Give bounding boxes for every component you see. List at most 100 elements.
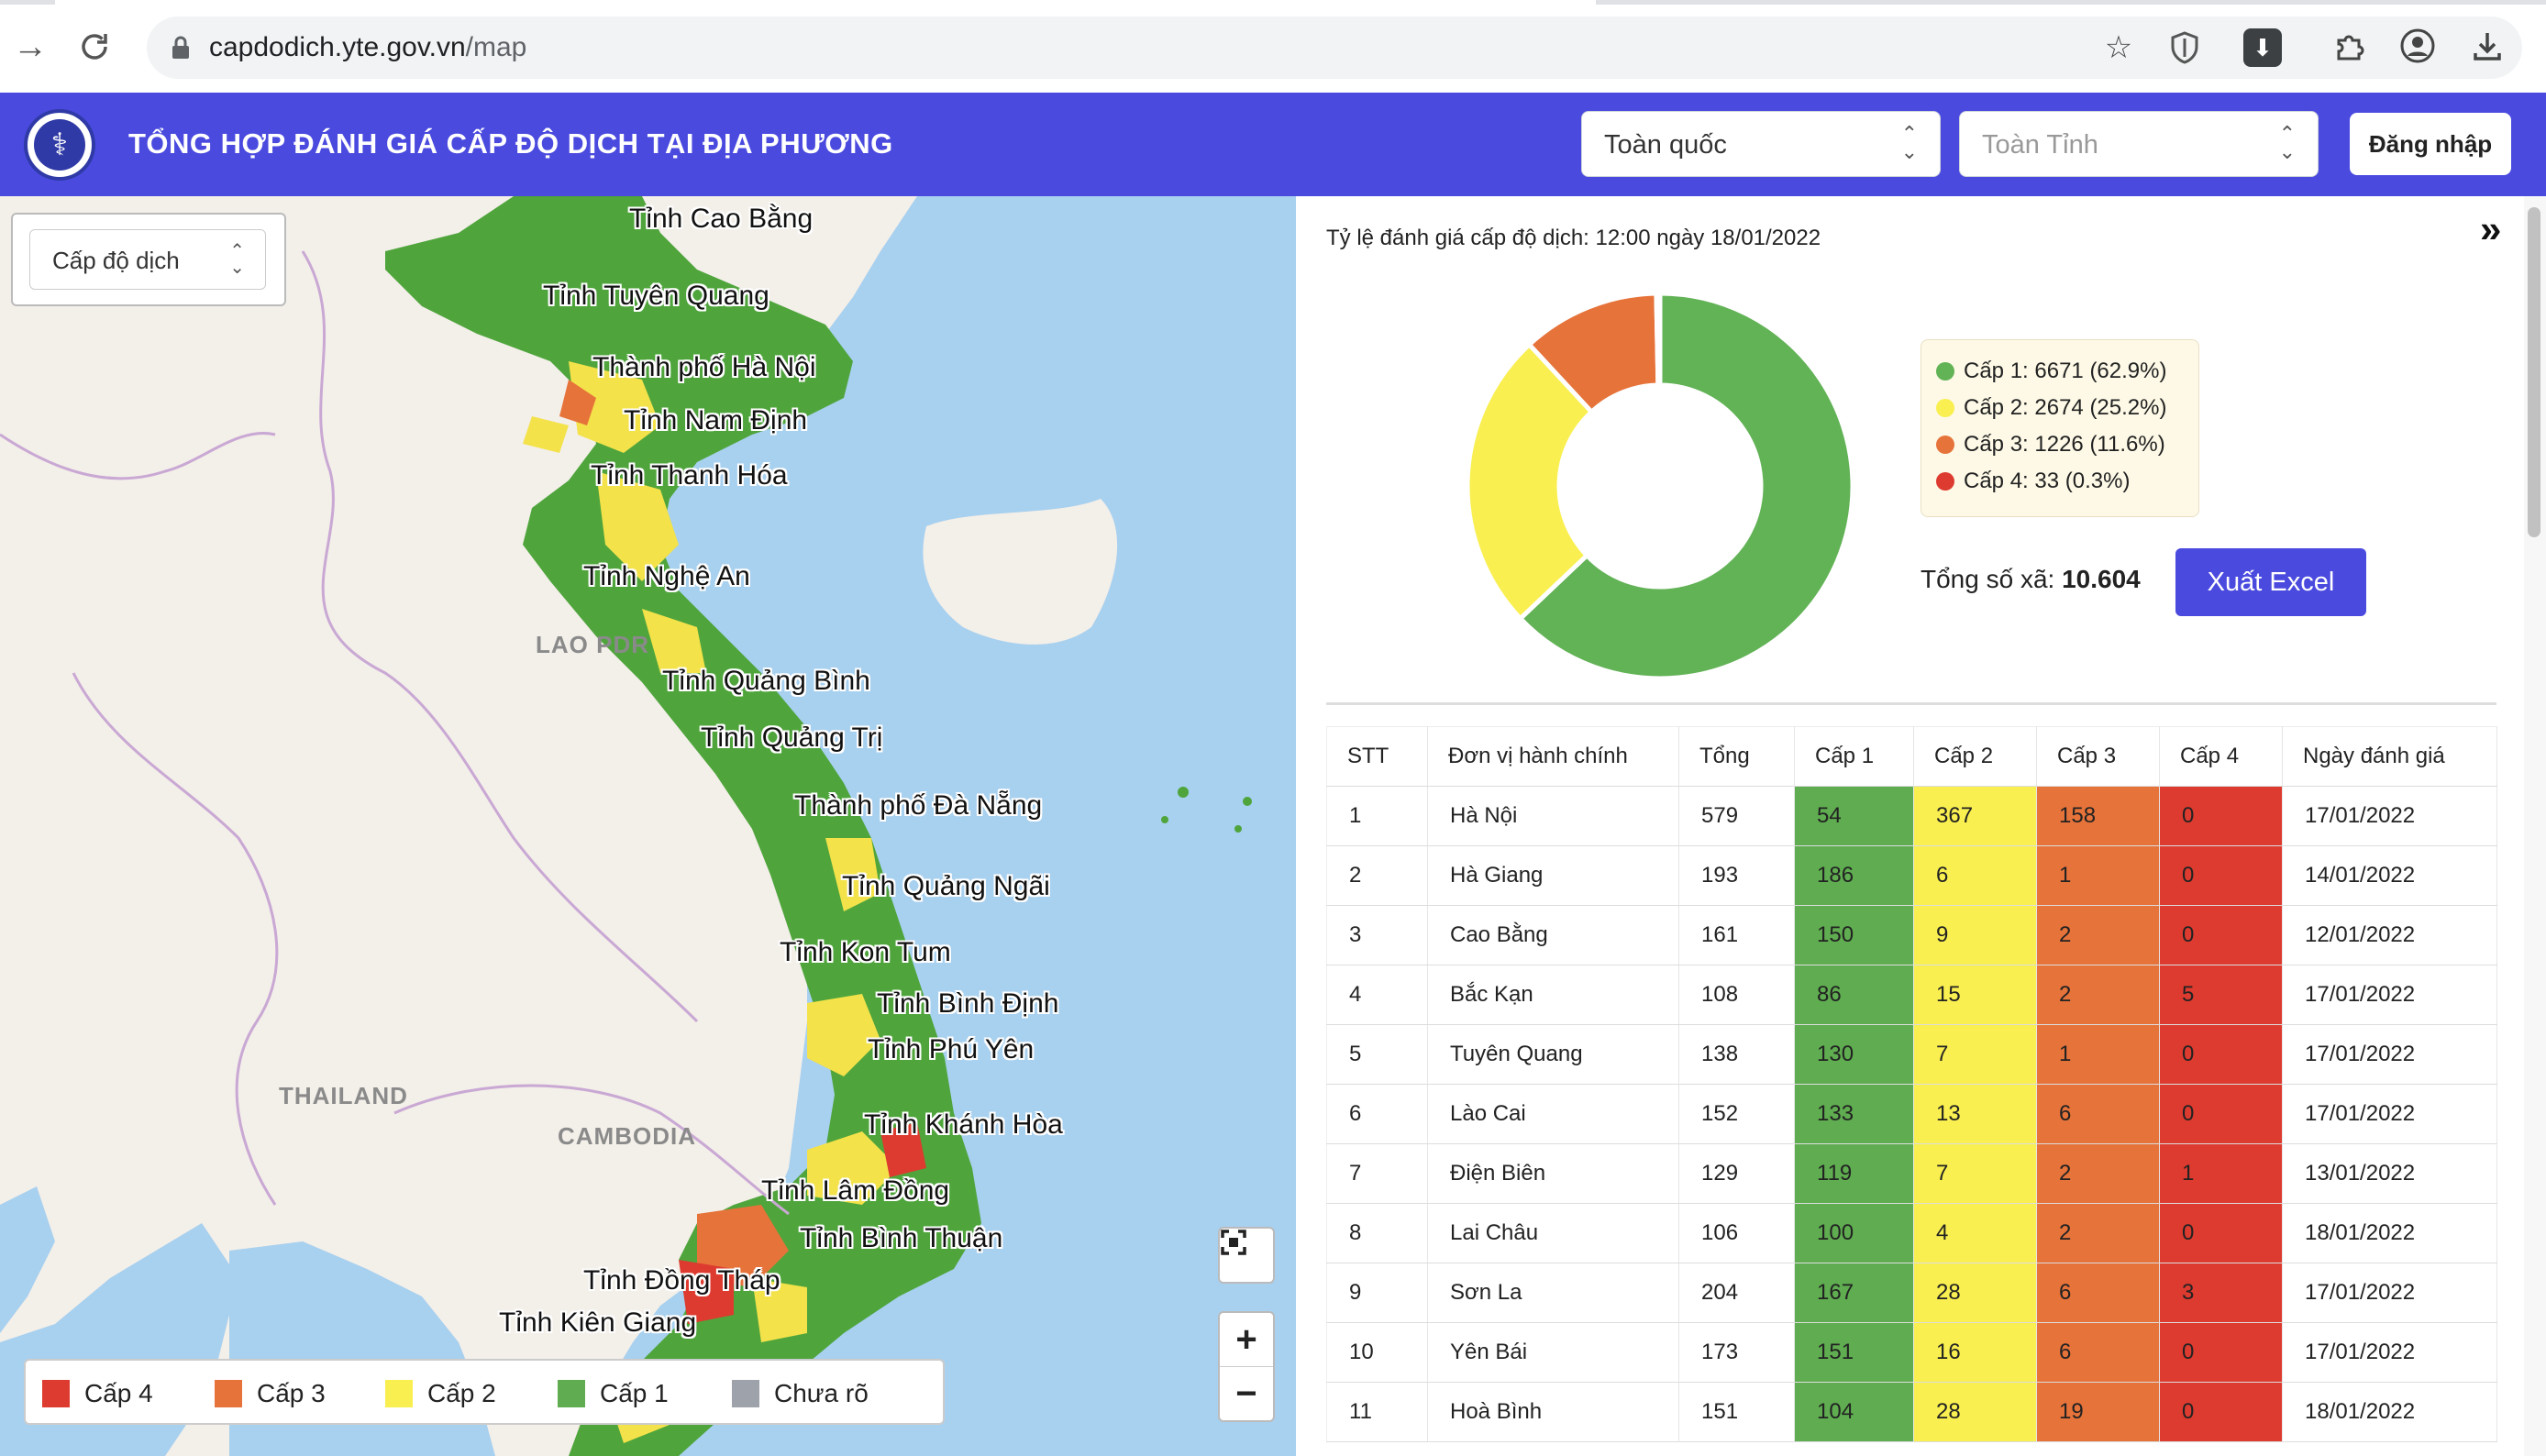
table-cell: 173 (1678, 1322, 1795, 1383)
table-row[interactable]: 5 Tuyên Quang 138 130 7 1 0 17/01/2022 (1326, 1024, 2497, 1085)
url-text[interactable]: capdodich.yte.gov.vn/map (209, 29, 526, 66)
ministry-logo: ⚕ (24, 109, 95, 181)
shield-extension-icon[interactable] (2161, 24, 2208, 72)
bookmark-star-icon[interactable]: ☆ (2095, 24, 2142, 72)
table-cell: 15 (1913, 965, 2037, 1025)
table-row[interactable]: 3 Cao Bằng 161 150 9 2 0 12/01/2022 (1326, 905, 2497, 965)
column-header[interactable]: STT (1326, 726, 1428, 787)
table-cell: 9 (1913, 905, 2037, 965)
table-row[interactable]: 7 Điện Biên 129 119 7 2 1 13/01/2022 (1326, 1143, 2497, 1204)
map-view[interactable]: Tỉnh Cao Bằng Tỉnh Tuyên Quang Thành phố… (0, 196, 1296, 1456)
chart-legend-item: Cấp 4: 33 (0.3%) (1921, 463, 2198, 500)
download-extension-icon[interactable]: ⬇ (2243, 28, 2282, 67)
scrollbar-thumb[interactable] (2528, 207, 2540, 537)
zoom-in-button[interactable]: + (1220, 1313, 1273, 1366)
table-cell: 7 (1913, 1024, 2037, 1085)
table-cell: 161 (1678, 905, 1795, 965)
province-label: Thành phố Hà Nội (592, 352, 816, 382)
table-cell: 0 (2159, 786, 2283, 846)
table-cell: 6 (2036, 1084, 2160, 1144)
panel-scrollbar[interactable] (2524, 196, 2546, 1456)
table-cell: Lào Cai (1427, 1084, 1679, 1144)
puzzle-extensions-icon[interactable] (2326, 22, 2374, 70)
table-cell: Tuyên Quang (1427, 1024, 1679, 1085)
address-bar[interactable]: capdodich.yte.gov.vn/map ☆ ⬇ (147, 17, 2522, 79)
table-cell: 17/01/2022 (2282, 786, 2497, 846)
legend-swatch (215, 1380, 242, 1407)
donut-slice-cấp-4[interactable] (1654, 291, 1663, 388)
column-header[interactable]: Cấp 2 (1913, 726, 2037, 787)
table-cell: 151 (1794, 1322, 1914, 1383)
column-header[interactable]: Tổng (1678, 726, 1795, 787)
province-label: Thành phố Đà Nẵng (794, 790, 1043, 821)
login-button[interactable]: Đăng nhập (2350, 113, 2511, 175)
table-cell: 17/01/2022 (2282, 1263, 2497, 1323)
legend-item-unknown: Chưa rõ (732, 1379, 869, 1408)
column-header[interactable]: Đơn vị hành chính (1427, 726, 1679, 787)
table-cell: 11 (1326, 1382, 1428, 1442)
downloads-icon[interactable] (2463, 22, 2511, 70)
table-cell: 0 (2159, 1203, 2283, 1263)
table-row[interactable]: 2 Hà Giang 193 186 6 1 0 14/01/2022 (1326, 845, 2497, 906)
chart-legend-label: Cấp 1: 6671 (62.9%) (1964, 358, 2167, 383)
legend-dot (1936, 436, 1954, 454)
chart-legend: Cấp 1: 6671 (62.9%) Cấp 2: 2674 (25.2%) … (1921, 339, 2199, 517)
chart-legend-item: Cấp 1: 6671 (62.9%) (1921, 353, 2198, 390)
reload-icon[interactable] (72, 24, 117, 70)
rate-title: Tỷ lệ đánh giá cấp độ dịch: 12:00 ngày 1… (1326, 226, 1821, 250)
table-cell: 204 (1678, 1263, 1795, 1323)
legend-dot (1936, 362, 1954, 381)
table-cell: 6 (1913, 845, 2037, 906)
province-label: Tỉnh Khánh Hòa (864, 1109, 1063, 1140)
export-excel-button[interactable]: Xuất Excel (2175, 548, 2366, 616)
table-row[interactable]: 10 Yên Bái 173 151 16 6 0 17/01/2022 (1326, 1322, 2497, 1383)
table-cell: 100 (1794, 1203, 1914, 1263)
table-row[interactable]: 9 Sơn La 204 167 28 6 3 17/01/2022 (1326, 1263, 2497, 1323)
table-cell: 1 (2036, 1024, 2160, 1085)
column-header[interactable]: Cấp 1 (1794, 726, 1914, 787)
table-cell: 150 (1794, 905, 1914, 965)
column-header[interactable]: Cấp 3 (2036, 726, 2160, 787)
region-select[interactable]: Toàn quốc ⌃ ⌄ (1581, 111, 1941, 177)
table-cell: 0 (2159, 1382, 2283, 1442)
table-cell: 152 (1678, 1084, 1795, 1144)
table-cell: 2 (2036, 905, 2160, 965)
table-cell: 119 (1794, 1143, 1914, 1204)
province-select[interactable]: Toàn Tỉnh ⌃ ⌄ (1959, 111, 2319, 177)
table-row[interactable]: 8 Lai Châu 106 100 4 2 0 18/01/2022 (1326, 1203, 2497, 1263)
map-legend: Cấp 4 Cấp 3 Cấp 2 Cấp 1 Chưa rõ (24, 1359, 945, 1425)
zoom-out-button[interactable]: − (1220, 1367, 1273, 1420)
table-cell: Yên Bái (1427, 1322, 1679, 1383)
table-cell: 367 (1913, 786, 2037, 846)
table-cell: 4 (1326, 965, 1428, 1025)
forward-icon[interactable]: → (7, 24, 53, 70)
table-cell: 129 (1678, 1143, 1795, 1204)
legend-item-cap3: Cấp 3 (215, 1379, 326, 1408)
chart-legend-label: Cấp 2: 2674 (25.2%) (1964, 395, 2167, 420)
fullscreen-icon[interactable] (1220, 1229, 1273, 1282)
table-row[interactable]: 4 Bắc Kạn 108 86 15 2 5 17/01/2022 (1326, 965, 2497, 1025)
table-cell: 17/01/2022 (2282, 1024, 2497, 1085)
table-row[interactable]: 1 Hà Nội 579 54 367 158 0 17/01/2022 (1326, 786, 2497, 846)
profile-avatar-icon[interactable] (2394, 22, 2441, 70)
app-header: ⚕ TỔNG HỢP ĐÁNH GIÁ CẤP ĐỘ DỊCH TẠI ĐỊA … (0, 93, 2546, 196)
table-cell: 28 (1913, 1382, 2037, 1442)
table-row[interactable]: 11 Hoà Bình 151 104 28 19 0 18/01/2022 (1326, 1382, 2497, 1442)
caduceus-icon: ⚕ (34, 119, 85, 171)
total-label: Tổng số xã: (1921, 565, 2055, 593)
fullscreen-control[interactable] (1218, 1227, 1275, 1284)
table-row[interactable]: 6 Lào Cai 152 133 13 6 0 17/01/2022 (1326, 1084, 2497, 1144)
browser-toolbar: → capdodich.yte.gov.vn/map ☆ ⬇ (0, 0, 2546, 94)
chart-legend-item: Cấp 3: 1226 (11.6%) (1921, 426, 2198, 463)
collapse-panel-icon[interactable]: » (2480, 207, 2501, 251)
column-header[interactable]: Ngày đánh giá (2282, 726, 2497, 787)
province-label: Tỉnh Quảng Trị (701, 722, 883, 753)
layer-select[interactable]: Cấp độ dịch ⌃ ⌄ (29, 229, 266, 290)
table-cell: 7 (1326, 1143, 1428, 1204)
table-cell: 0 (2159, 845, 2283, 906)
province-label: Tỉnh Tuyên Quang (543, 281, 769, 311)
column-header[interactable]: Cấp 4 (2159, 726, 2283, 787)
active-tab[interactable] (55, 0, 1596, 5)
table-cell: 193 (1678, 845, 1795, 906)
app-title: TỔNG HỢP ĐÁNH GIÁ CẤP ĐỘ DỊCH TẠI ĐỊA PH… (128, 127, 893, 160)
